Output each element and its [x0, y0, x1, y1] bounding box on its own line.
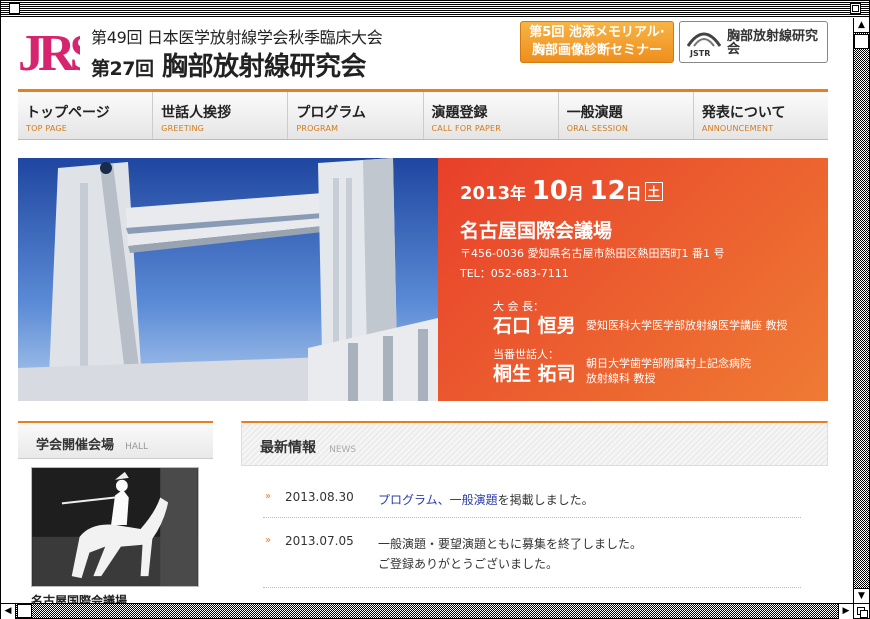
jrs-logo-text: JRS: [18, 26, 80, 76]
jstr-banner[interactable]: JSTR 胸部放射線研究会: [679, 21, 828, 63]
conference-title-line2: 第27回 胸部放射線研究会: [91, 46, 367, 83]
bullet-icon: »: [265, 535, 272, 546]
scroll-left-arrow-icon[interactable]: ◀: [1, 604, 16, 619]
nav-label: プログラム: [296, 105, 366, 121]
date-month-unit: 月: [567, 184, 584, 203]
hall-title-en: HALL: [125, 442, 149, 452]
vertical-scroll-thumb[interactable]: [854, 34, 869, 49]
nav-label: 発表について: [701, 105, 786, 121]
jstr-banner-text: 胸部放射線研究会: [727, 29, 819, 57]
president-name: 石口 恒男: [493, 315, 576, 337]
seminar-banner-line2: 胸部画像診断セミナー: [531, 43, 662, 58]
nav-label-en: PROGRAM: [296, 124, 339, 133]
nav-label: 演題登録: [431, 105, 488, 121]
host-name: 桐生 拓司: [493, 363, 576, 385]
venue-tel: TEL：052-683-7111: [460, 267, 569, 280]
bullet-icon: »: [265, 491, 272, 502]
resize-grow-box-icon[interactable]: [853, 603, 869, 618]
news-item: » 2013.08.30 プログラム、一般演題を掲載しました。: [263, 466, 801, 518]
close-box-icon[interactable]: [9, 3, 20, 14]
nav-announcement[interactable]: 発表について ANNOUNCEMENT: [694, 92, 828, 139]
conference-number: 第27回: [91, 58, 154, 80]
news-separator: 、: [437, 493, 450, 507]
web-page: JRS 第49回 日本医学放射線学会秋季臨床大会 第27回 胸部放射線研究会 第…: [1, 18, 853, 603]
host-affiliation-line2: 放射線科 教授: [586, 372, 656, 385]
president-affiliation: 愛知医科大学医学部放射線医学講座 教授: [586, 319, 788, 332]
date-day: 12: [589, 176, 626, 206]
nav-label: 一般演題: [566, 105, 623, 121]
date-day-unit: 日: [625, 184, 642, 203]
horizontal-scroll-thumb[interactable]: [17, 604, 32, 618]
nav-label: 世話人挨拶: [161, 105, 232, 121]
jstr-logo-icon: JSTR: [686, 32, 722, 58]
news-date: 2013.08.30: [285, 490, 354, 504]
date-weekday: 土: [644, 182, 663, 201]
nav-label: トップページ: [26, 105, 110, 121]
scroll-right-arrow-icon[interactable]: ▶: [838, 604, 853, 619]
host-affiliation-line1: 朝日大学歯学部附属村上記念病院: [586, 357, 751, 370]
venue-name: 名古屋国際会議場: [460, 220, 613, 242]
hero-banner: 2013年 10月 12日土 名古屋国際会議場 〒456-0036 愛知県名古屋…: [18, 158, 828, 401]
title-bar[interactable]: [1, 1, 869, 17]
conference-info-panel: 2013年 10月 12日土 名古屋国際会議場 〒456-0036 愛知県名古屋…: [438, 158, 828, 401]
host-affiliation: 朝日大学歯学部附属村上記念病院 放射線科 教授: [586, 356, 751, 386]
date-year-unit: 年: [510, 184, 527, 203]
news-title-en: NEWS: [329, 445, 357, 455]
seminar-banner[interactable]: 第5回 池添メモリアル· 胸部画像診断セミナー: [520, 21, 674, 63]
news-date: 2013.07.05: [285, 534, 354, 548]
news-text: プログラム、一般演題を掲載しました。: [378, 490, 801, 510]
news-header: 最新情報 NEWS: [241, 421, 828, 466]
nav-label-en: GREETING: [161, 124, 205, 133]
news-text-line1: 一般演題・要望演題ともに募集を終了しました。: [378, 537, 643, 551]
news-text-tail: を掲載しました。: [497, 493, 594, 507]
nav-label-en: TOP PAGE: [26, 124, 68, 133]
jstr-logo-text: JSTR: [689, 49, 710, 58]
scroll-down-arrow-icon[interactable]: ▼: [854, 588, 869, 603]
vertical-scroll-track[interactable]: [854, 33, 869, 588]
browser-window: JRS 第49回 日本医学放射線学会秋季臨床大会 第27回 胸部放射線研究会 第…: [0, 0, 870, 619]
news-text: 一般演題・要望演題ともに募集を終了しました。 ご登録ありがとうございました。: [378, 534, 801, 574]
hall-caption[interactable]: 名古屋国際会議場: [31, 592, 127, 603]
nav-call-for-paper[interactable]: 演題登録 CALL FOR PAPER: [424, 92, 559, 139]
vertical-scrollbar[interactable]: ▲ ▼: [853, 18, 869, 603]
nav-oral-session[interactable]: 一般演題 ORAL SESSION: [559, 92, 694, 139]
seminar-banner-line1: 第5回 池添メモリアル·: [529, 25, 665, 40]
conference-date: 2013年 10月 12日土: [460, 176, 663, 206]
venue-address: 〒456-0036 愛知県名古屋市熱田区熱田西町1 番1 号: [460, 247, 725, 260]
horizontal-scrollbar[interactable]: ◀ ▶: [1, 603, 853, 619]
scroll-up-arrow-icon[interactable]: ▲: [854, 18, 869, 33]
date-year: 2013: [460, 183, 511, 204]
conference-title-line1: 第49回 日本医学放射線学会秋季臨床大会: [91, 28, 383, 47]
nav-top-page[interactable]: トップページ TOP PAGE: [18, 92, 154, 139]
hall-section: 学会開催会場 HALL 名古屋国際会議場: [18, 421, 213, 603]
program-link[interactable]: プログラム: [378, 493, 438, 507]
news-section: 最新情報 NEWS » 2013.08.30 プログラム、一般演題を掲載しました…: [241, 421, 828, 588]
nav-program[interactable]: プログラム PROGRAM: [288, 92, 424, 139]
news-text-line2: ご登録ありがとうございました。: [378, 557, 559, 571]
horizontal-scroll-track[interactable]: [16, 604, 838, 618]
jrs-logo[interactable]: JRS: [18, 26, 80, 76]
conference-name: 胸部放射線研究会: [162, 52, 367, 82]
news-title: 最新情報: [260, 440, 316, 456]
nav-label-en: ORAL SESSION: [566, 124, 629, 133]
oral-session-link[interactable]: 一般演題: [450, 493, 498, 507]
zoom-box-icon[interactable]: [850, 3, 861, 14]
hall-title: 学会開催会場: [36, 438, 115, 453]
news-item: » 2013.07.05 一般演題・要望演題ともに募集を終了しました。 ご登録あ…: [263, 518, 801, 588]
nav-greeting[interactable]: 世話人挨拶 GREETING: [153, 92, 289, 139]
hall-header: 学会開催会場 HALL: [18, 421, 213, 459]
date-month: 10: [531, 176, 568, 206]
nav-label-en: CALL FOR PAPER: [431, 124, 502, 133]
main-nav: トップページ TOP PAGE 世話人挨拶 GREETING プログラム PRO…: [18, 89, 828, 140]
nav-label-en: ANNOUNCEMENT: [701, 124, 774, 133]
venue-building-photo: [18, 158, 438, 401]
statue-photo[interactable]: [31, 467, 199, 587]
